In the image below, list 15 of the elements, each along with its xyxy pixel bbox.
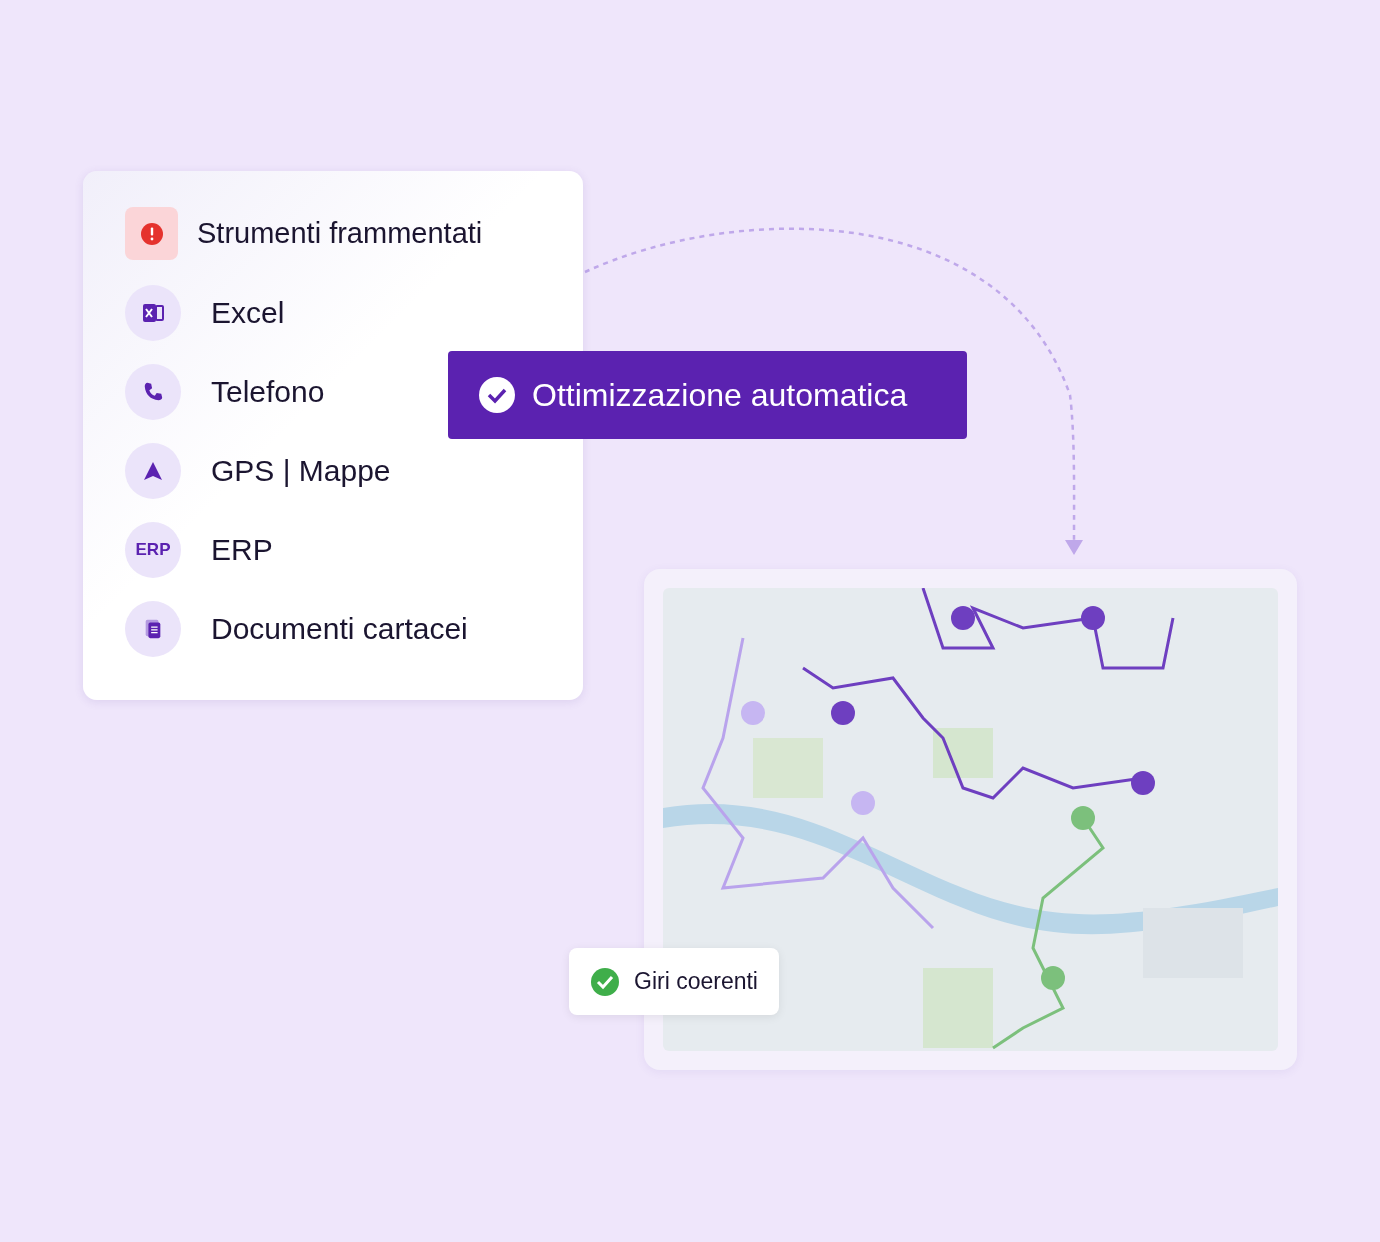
badge-label: Ottimizzazione automatica [532, 376, 908, 414]
card-title: Strumenti frammentati [197, 217, 483, 250]
tool-label: GPS | Mappe [211, 454, 391, 488]
tool-label: Telefono [211, 375, 325, 409]
check-circle-icon [478, 376, 516, 414]
check-circle-icon [590, 966, 620, 997]
tool-label: ERP [211, 533, 273, 567]
erp-icon: ERP [125, 522, 181, 578]
alert-icon [125, 207, 178, 260]
document-icon [125, 601, 181, 657]
tool-label: Documenti cartacei [211, 612, 468, 646]
spreadsheet-icon [125, 285, 181, 341]
chip-label: Giri coerenti [634, 968, 758, 995]
tool-label: Excel [211, 296, 285, 330]
phone-icon [125, 364, 181, 420]
